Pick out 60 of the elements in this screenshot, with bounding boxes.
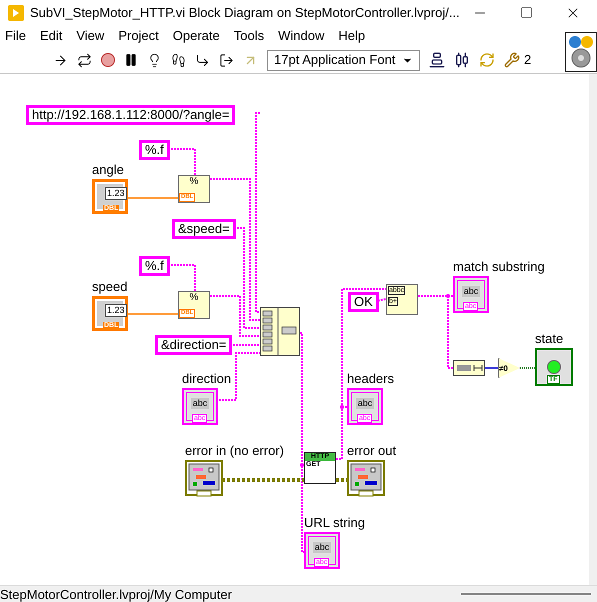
window-title: SubVI_StepMotor_HTTP.vi Block Diagram on StepMotorController.lvproj/...: [30, 4, 460, 22]
string-length-node[interactable]: [453, 360, 485, 376]
string-constant[interactable]: OK: [348, 292, 379, 312]
menu-item[interactable]: Tools: [234, 26, 264, 46]
menu-item[interactable]: Window: [278, 26, 324, 46]
numeric-value: 1.23: [105, 187, 127, 200]
run-continuously-icon[interactable]: [77, 52, 92, 68]
error-wire: [336, 478, 349, 482]
indicator-label: state: [535, 331, 564, 346]
string-value: abc: [462, 286, 480, 297]
format-symbol: %: [190, 176, 198, 188]
boolean-wire: [520, 367, 537, 369]
align-icon[interactable]: [429, 52, 445, 68]
font-selector[interactable]: 17pt Application Font: [267, 50, 420, 70]
indicator-label: URL string: [304, 515, 365, 530]
numeric-wire: [128, 313, 178, 315]
string-constant[interactable]: &direction=: [155, 335, 232, 355]
menu-item[interactable]: File: [5, 26, 26, 46]
concatenate-strings-node[interactable]: [260, 307, 300, 356]
format-symbol: %: [190, 292, 198, 304]
string-constant[interactable]: &speed=: [172, 219, 236, 239]
numeric-wire: [128, 197, 178, 199]
not-equal-zero-node[interactable]: ≠0: [498, 358, 520, 378]
numeric-value: 1.23: [105, 304, 127, 317]
error-cluster-terminal[interactable]: [347, 460, 385, 498]
wire-junction: [340, 405, 344, 409]
run-icon[interactable]: [53, 52, 68, 68]
wire-junction: [300, 463, 304, 467]
control-label: direction: [182, 371, 232, 386]
step-over-icon[interactable]: [195, 52, 210, 68]
toolbar-text: 2: [524, 51, 532, 70]
string-value: abc: [356, 398, 374, 409]
indicator-label: error out: [347, 443, 396, 458]
step-out-icon[interactable]: [219, 52, 234, 68]
string-constant[interactable]: %.f: [139, 140, 170, 160]
integer-wire: [485, 367, 498, 369]
menu-item[interactable]: Operate: [172, 26, 220, 46]
status-bar-text: StepMotorController.lvproj/My Computer: [0, 586, 232, 602]
menu-item[interactable]: Edit: [40, 26, 62, 46]
indicator-label: headers: [347, 371, 394, 386]
menu-item[interactable]: View: [76, 26, 104, 46]
compare-symbol: ≠0: [499, 364, 508, 372]
distribute-icon[interactable]: [454, 52, 470, 68]
string-value: abc: [312, 542, 332, 553]
control-label: error in (no error): [185, 443, 284, 458]
app-icon: [8, 4, 24, 20]
control-label: angle: [92, 162, 124, 177]
pause-icon[interactable]: [124, 53, 138, 67]
string-value: abc: [190, 398, 210, 409]
menu-item[interactable]: Project: [118, 26, 159, 46]
abort-icon[interactable]: [101, 53, 115, 67]
string-constant[interactable]: %.f: [139, 256, 170, 276]
wire-junction: [446, 294, 450, 298]
control-label: speed: [92, 279, 128, 294]
string-wire: [233, 344, 262, 346]
maximize-icon[interactable]: [520, 6, 533, 19]
string-constant[interactable]: http://192.168.1.112:8000/?angle=: [26, 105, 236, 125]
menu-item[interactable]: Help: [338, 26, 366, 46]
indicator-label: match substring: [453, 259, 545, 274]
error-cluster-terminal[interactable]: [185, 460, 223, 498]
